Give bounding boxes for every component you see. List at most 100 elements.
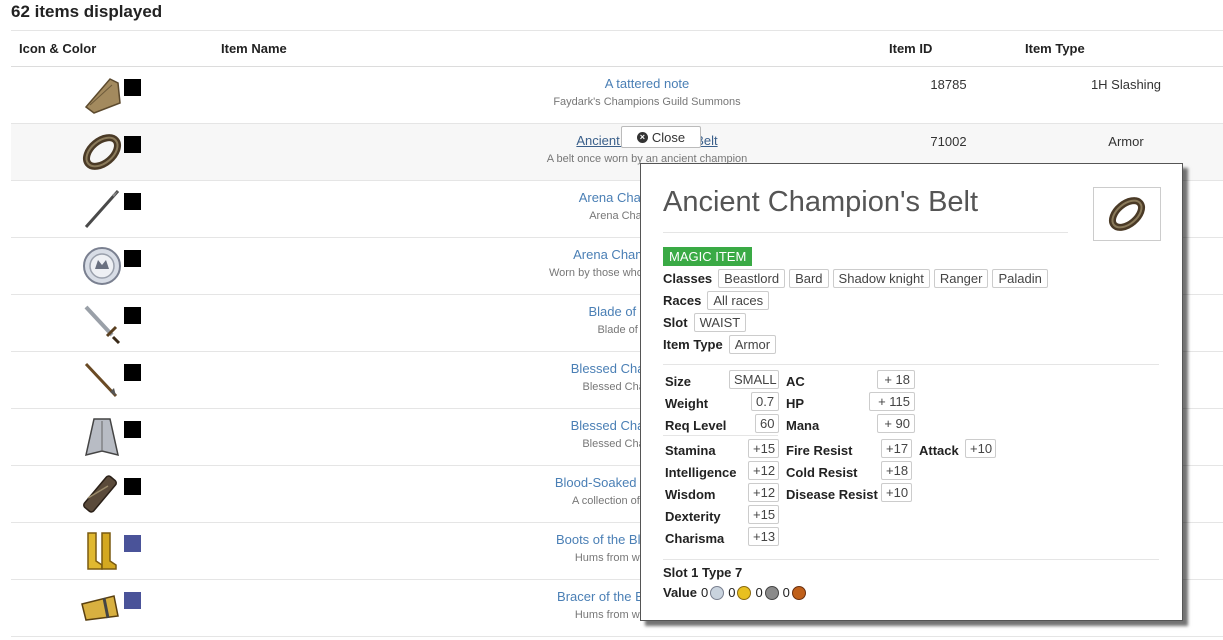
itemtype-tag: Armor [728, 335, 777, 354]
fire-resist-value: +17 [881, 439, 912, 458]
color-swatch [124, 193, 141, 210]
weight-value: 0.7 [751, 392, 779, 411]
class-tag: Bard [789, 269, 829, 288]
intelligence-value: +12 [748, 461, 779, 480]
table-row: A tattered note Faydark's Champions Guil… [11, 67, 1223, 124]
color-swatch [124, 478, 141, 495]
title-divider [663, 232, 1068, 233]
class-tag: Shadow knight [832, 269, 930, 288]
itemtype-label: Item Type [663, 337, 723, 352]
item-type: Armor [1108, 134, 1144, 149]
arrow-icon [80, 358, 124, 402]
color-swatch [124, 136, 141, 153]
races-line: Races All races [663, 291, 770, 310]
silver-coin-icon [764, 585, 779, 600]
attack-value: +10 [965, 439, 996, 458]
col-item-type[interactable]: Item Type [1025, 41, 1085, 56]
divider [663, 364, 1159, 365]
value-line: Value 0 0 0 0 [663, 585, 810, 600]
value-label: Value [663, 585, 697, 600]
slot-line: Slot WAIST [663, 313, 747, 332]
magic-item-badge: MAGIC ITEM [663, 247, 753, 266]
mana-label: Mana [786, 418, 820, 433]
size-label: Size [665, 374, 692, 389]
color-swatch [124, 364, 141, 381]
disease-resist-value: +10 [881, 483, 912, 502]
silver-amount: 0 [755, 585, 763, 600]
stamina-value: +15 [748, 439, 779, 458]
reqlevel-value: 60 [755, 414, 779, 433]
mana-value: + 90 [877, 414, 915, 433]
close-button[interactable]: × Close [621, 126, 701, 148]
fire-resist-label: Fire Resist [786, 443, 853, 458]
bracer-icon [80, 586, 124, 630]
intelligence-label: Intelligence [665, 465, 737, 480]
item-id: 71002 [930, 134, 967, 149]
item-description: Faydark's Champions Guild Summons [553, 96, 741, 108]
slot1-info: Slot 1 Type 7 [663, 565, 743, 580]
size-value: SMALL [729, 370, 779, 389]
belt-icon [1093, 187, 1161, 241]
color-swatch [124, 250, 141, 267]
platinum-coin-icon [710, 585, 725, 600]
race-tag: All races [707, 291, 770, 310]
note-icon [80, 73, 124, 117]
color-swatch [124, 307, 141, 324]
col-item-id[interactable]: Item ID [889, 41, 932, 56]
close-icon: × [636, 131, 648, 143]
hp-label: HP [786, 396, 805, 411]
stamina-label: Stamina [665, 443, 716, 458]
classes-line: Classes Beastlord Bard Shadow knight Ran… [663, 269, 1048, 288]
reqlevel-label: Req Level [665, 418, 727, 433]
ac-label: AC [786, 374, 805, 389]
item-type: 1H Slashing [1090, 77, 1162, 92]
col-icon-color[interactable]: Icon & Color [19, 41, 96, 56]
table-header: Icon & Color Item Name Item ID Item Type [11, 30, 1223, 67]
lance-icon [80, 187, 124, 231]
charisma-label: Charisma [665, 531, 725, 546]
itemtype-line: Item Type Armor [663, 335, 777, 354]
close-label: Close [651, 129, 686, 145]
gold-coin-icon [737, 585, 752, 600]
dexterity-value: +15 [748, 505, 779, 524]
item-detail-popup: Ancient Champion's Belt MAGIC ITEM Class… [640, 163, 1183, 621]
weight-label: Weight [665, 396, 709, 411]
cape-icon [80, 415, 124, 459]
divider [663, 559, 1159, 560]
class-tag: Beastlord [718, 269, 786, 288]
scroll-icon [80, 472, 124, 516]
cold-resist-label: Cold Resist [786, 465, 858, 480]
color-swatch [124, 535, 141, 552]
boots-icon [80, 529, 124, 573]
attack-label: Attack [919, 443, 959, 458]
color-swatch [124, 592, 141, 609]
item-name-link[interactable]: A tattered note [447, 76, 847, 91]
cold-resist-value: +18 [881, 461, 912, 480]
slot-label: Slot [663, 315, 688, 330]
items-count-heading: 62 items displayed [11, 2, 163, 21]
ac-value: + 18 [877, 370, 915, 389]
col-item-name[interactable]: Item Name [221, 41, 287, 56]
copper-amount: 0 [782, 585, 790, 600]
color-swatch [124, 79, 141, 96]
class-tag: Paladin [992, 269, 1048, 288]
badge-icon [80, 244, 124, 288]
disease-resist-label: Disease Resist [786, 487, 878, 502]
races-label: Races [663, 293, 702, 308]
class-tag: Ranger [933, 269, 989, 288]
classes-label: Classes [663, 271, 713, 286]
item-id: 18785 [930, 77, 967, 92]
belt-icon [80, 130, 124, 174]
hp-value: + 115 [869, 392, 915, 411]
color-swatch [124, 421, 141, 438]
wisdom-value: +12 [748, 483, 779, 502]
charisma-value: +13 [748, 527, 779, 546]
slot-tag: WAIST [693, 313, 747, 332]
dexterity-label: Dexterity [665, 509, 721, 524]
sword-icon [80, 301, 124, 345]
divider [663, 435, 778, 436]
platinum-amount: 0 [700, 585, 709, 600]
wisdom-label: Wisdom [665, 487, 716, 502]
copper-coin-icon [791, 585, 806, 600]
gold-amount: 0 [728, 585, 736, 600]
